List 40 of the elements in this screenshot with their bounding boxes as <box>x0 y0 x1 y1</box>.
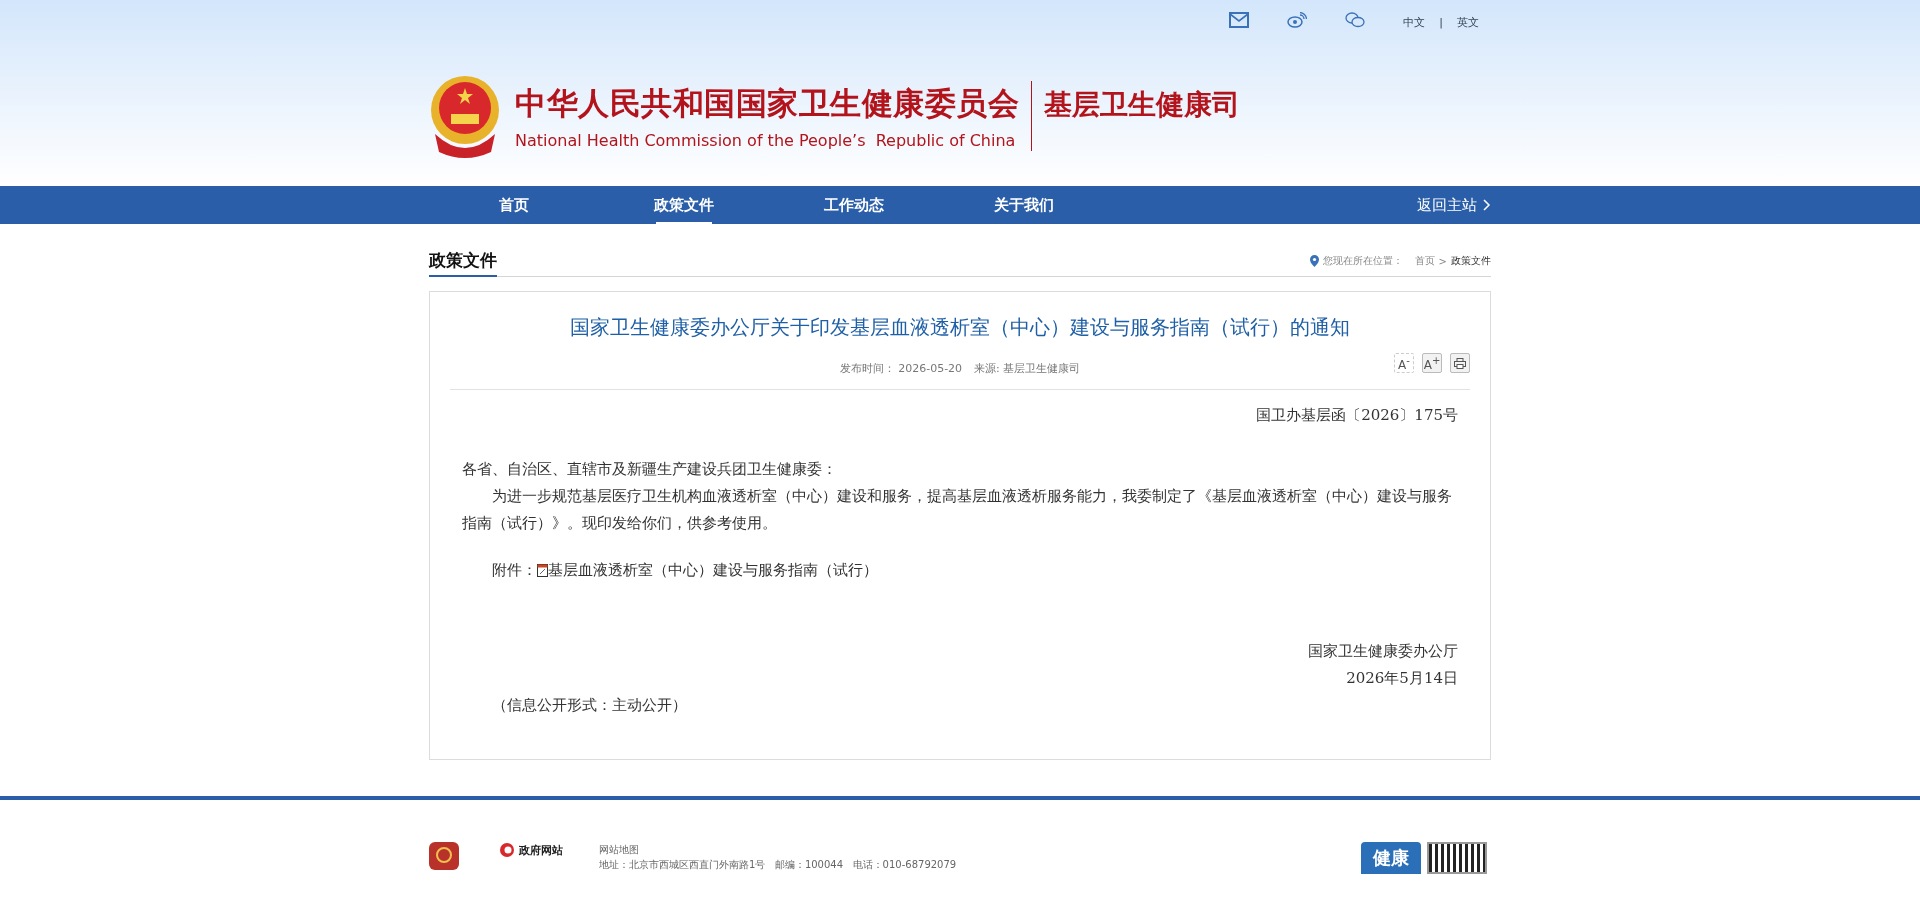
breadcrumb-label: 您现在所在位置： <box>1322 254 1403 268</box>
disclosure-note: （信息公开形式：主动公开） <box>491 695 688 716</box>
signature-date: 2026年5月14日 <box>1345 668 1458 689</box>
article-meta: 发布时间： 2026-05-20 <box>839 360 963 376</box>
footer-address: 地址：北京市西城区西直门外南路1号 邮编：100044 电话：010-68792079 <box>599 858 957 872</box>
breadcrumb-link[interactable]: 首页 <box>1414 254 1435 268</box>
location-pin-icon <box>1309 255 1319 267</box>
attachment-label: 附件： <box>492 560 537 581</box>
language-link[interactable]: 中文 <box>1403 14 1426 30</box>
sitemap-link[interactable]: 网站地图 <box>599 842 957 857</box>
font-size-button[interactable]: A$^{-}$ <box>1394 353 1414 373</box>
language-separator: | <box>1439 15 1443 29</box>
department-title: 基层卫生健康司 <box>1044 87 1240 123</box>
health-badge-logo: 健康 <box>1361 842 1421 874</box>
gov-site-logo: 政府网站 <box>499 842 563 858</box>
attachment-link[interactable]: 基层血液透析室（中心）建设与服务指南（试行） <box>548 557 878 584</box>
section-title: 政策文件 <box>429 249 497 277</box>
nav-item[interactable]: 工作动态 <box>769 186 939 224</box>
qr-code <box>1427 842 1487 874</box>
return-link[interactable]: 返回主站 <box>1417 186 1491 224</box>
salutation: 各省、自治区、直辖市及新疆生产建设兵团卫生健康委： <box>462 459 838 480</box>
article-title: 国家卫生健康委办公厅关于印发基层血液透析室（中心）建设与服务指南（试行）的通知 <box>569 314 1351 341</box>
breadcrumb-separator: > <box>1438 255 1447 267</box>
nav-item[interactable]: 关于我们 <box>939 186 1109 224</box>
font-size-button[interactable]: A$^{+}$ <box>1422 353 1442 373</box>
breadcrumb-link[interactable]: 政策文件 <box>1451 254 1491 268</box>
document-number: 国卫办基层函〔2026〕175号 <box>1255 405 1458 426</box>
nav-item[interactable]: 首页 <box>429 186 599 224</box>
nav-item[interactable]: 政策文件 <box>599 186 769 224</box>
article-meta: 来源: 基层卫生健康司 <box>974 360 1081 376</box>
body-paragraph: 为进一步规范基层医疗卫生机构血液透析室（中心）建设和服务，提高基层血液透析服务能力，我委制定了《基层血液透析室（中心）建设与服务指南（试行）》。现印发给你们，供参考使用。 <box>462 486 1453 534</box>
chevron-right-icon <box>1483 199 1491 211</box>
document-icon <box>537 564 548 577</box>
site-subtitle: National Health Commission of the People’s Republic of China <box>515 130 1017 150</box>
signature-org: 国家卫生健康委办公厅 <box>1307 641 1458 662</box>
site-title: 中华人民共和国国家卫生健康委员会 <box>515 83 1019 123</box>
print-button[interactable] <box>1450 353 1470 373</box>
language-link[interactable]: 英文 <box>1457 14 1479 30</box>
printer-icon <box>1454 357 1466 369</box>
emblem-badge-logo <box>429 842 459 870</box>
